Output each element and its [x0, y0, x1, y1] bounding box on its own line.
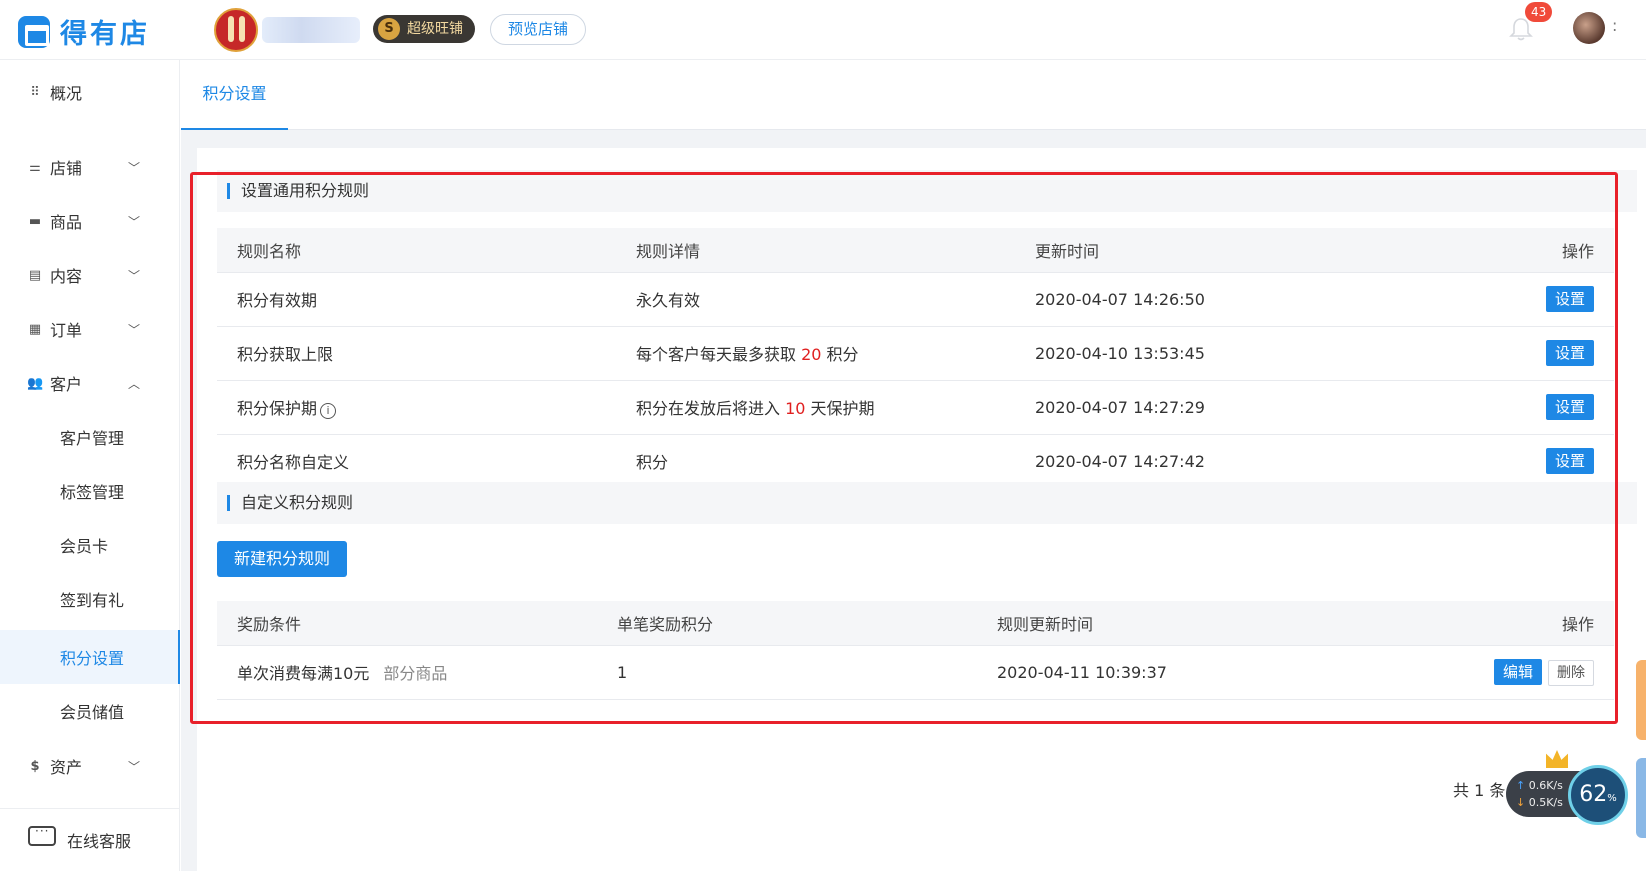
new-points-rule-button[interactable]: 新建积分规则 — [217, 541, 348, 577]
reward-points: 1 — [597, 645, 977, 700]
column-header: 规则详情 — [616, 228, 1015, 273]
table-row: 积分保护期 i 积分在发放后将进入 10 天保护期 2020-04-07 14:2… — [217, 380, 1614, 435]
column-header: 奖励条件 — [217, 601, 597, 646]
points-rules-card: 设置通用积分规则 规则名称 规则详情 更新时间 操作 积分有效期 永久有效 20… — [197, 148, 1646, 871]
sidebar-subitem-checkin-gift[interactable]: 签到有礼 — [0, 572, 180, 626]
notification-badge: 43 — [1525, 2, 1553, 22]
tab-bar: 积分设置 — [181, 60, 1646, 130]
shop-logo-icon — [18, 15, 50, 48]
sidebar-subitem-customer-management[interactable]: 客户管理 — [0, 410, 180, 464]
sidebar-item-goods[interactable]: ▬ 商品 ﹀ — [0, 194, 180, 248]
bag-icon: ▬ — [28, 213, 42, 229]
sidebar-subitem-member-card[interactable]: 会员卡 — [0, 518, 180, 572]
delete-button[interactable]: 删除 — [1548, 659, 1594, 686]
sidebar-item-orders[interactable]: ▦ 订单 ﹀ — [0, 302, 180, 356]
rule-time: 2020-04-07 14:27:42 — [1015, 434, 1414, 489]
sidebar: ⠿ 概况 ⚌ 店铺 ﹀ ▬ 商品 ﹀ ▤ 内容 ﹀ ▦ 订单 ﹀ 👥 客户 ︿ … — [0, 60, 180, 871]
shop-name-blurred — [262, 17, 360, 43]
sidebar-subitem-points-settings[interactable]: 积分设置 — [0, 630, 180, 684]
table-row: 积分有效期 永久有效 2020-04-07 14:26:50 设置 — [217, 272, 1614, 327]
column-header: 操作 — [1414, 228, 1614, 273]
chevron-down-icon: ﹀ — [128, 268, 141, 283]
table-row: 积分名称自定义 积分 2020-04-07 14:27:42 设置 — [217, 434, 1614, 489]
user-avatar[interactable] — [1573, 12, 1605, 44]
column-header: 规则更新时间 — [977, 601, 1397, 646]
arrow-up-icon: ↑ — [1516, 779, 1526, 792]
sidebar-item-overview[interactable]: ⠿ 概况 — [0, 65, 180, 119]
side-float-tab[interactable] — [1636, 758, 1646, 838]
rule-detail: 每个客户每天最多获取 20 积分 — [616, 326, 1015, 381]
sidebar-subitem-member-deposit[interactable]: 会员储值 — [0, 684, 180, 738]
rule-time: 2020-04-07 14:26:50 — [1015, 272, 1414, 327]
chevron-down-icon: ﹀ — [128, 322, 141, 337]
memory-usage-ring[interactable]: 62% — [1568, 765, 1628, 825]
set-button[interactable]: 设置 — [1545, 394, 1594, 420]
chevron-down-icon: ﹀ — [128, 759, 141, 774]
custom-rules-section-header: 自定义积分规则 — [217, 482, 1637, 524]
column-header: 规则名称 — [217, 228, 616, 273]
reward-condition: 单次消费每满10元 部分商品 — [217, 645, 597, 700]
rule-name: 积分有效期 — [217, 272, 616, 327]
rule-detail: 积分在发放后将进入 10 天保护期 — [616, 380, 1015, 435]
set-button[interactable]: 设置 — [1545, 448, 1594, 474]
main-content: 积分设置 设置通用积分规则 规则名称 规则详情 更新时间 操作 积分有效期 永久… — [181, 60, 1646, 871]
scope-label: 部分商品 — [383, 664, 448, 683]
table-header-row: 奖励条件 单笔奖励积分 规则更新时间 操作 — [217, 601, 1614, 646]
rule-name: 积分名称自定义 — [217, 434, 616, 489]
sidebar-subitem-tag-management[interactable]: 标签管理 — [0, 464, 180, 518]
chevron-down-icon: ﹀ — [128, 214, 141, 229]
logo[interactable]: 得有店 — [18, 12, 150, 51]
s-coin-icon: S — [378, 18, 400, 40]
sliders-icon: ⚌ — [29, 159, 41, 175]
highlight-number: 20 — [801, 345, 822, 364]
table-row: 单次消费每满10元 部分商品 1 2020-04-11 10:39:37 编辑 删除 — [217, 645, 1614, 700]
highlight-number: 10 — [785, 399, 806, 418]
users-icon: 👥 — [27, 375, 44, 391]
online-service-button[interactable]: 在线客服 — [0, 808, 180, 871]
rule-name: 积分获取上限 — [217, 326, 616, 381]
side-float-tab[interactable] — [1636, 660, 1646, 740]
sidebar-item-shop[interactable]: ⚌ 店铺 ﹀ — [0, 140, 180, 194]
sidebar-item-content[interactable]: ▤ 内容 ﹀ — [0, 248, 180, 302]
rule-detail: 永久有效 — [616, 272, 1015, 327]
column-header: 单笔奖励积分 — [597, 601, 977, 646]
edit-button[interactable]: 编辑 — [1493, 658, 1542, 685]
list-icon: ▦ — [28, 321, 42, 337]
set-button[interactable]: 设置 — [1545, 340, 1594, 366]
custom-rules-table: 奖励条件 单笔奖励积分 规则更新时间 操作 单次消费每满10元 部分商品 1 20… — [217, 601, 1614, 700]
column-header: 操作 — [1397, 601, 1614, 646]
arrow-down-icon: ↓ — [1516, 796, 1526, 809]
user-menu-icon[interactable]: : — [1612, 16, 1617, 35]
top-header: 得有店 S 超级旺铺 预览店铺 43 : — [0, 0, 1646, 60]
rule-time: 2020-04-10 13:53:45 — [1015, 326, 1414, 381]
sidebar-item-customers[interactable]: 👥 客户 ︿ — [0, 356, 180, 410]
set-button[interactable]: 设置 — [1545, 286, 1594, 312]
general-rules-table: 规则名称 规则详情 更新时间 操作 积分有效期 永久有效 2020-04-07 … — [217, 228, 1614, 489]
sidebar-item-assets[interactable]: $ 资产 ﹀ — [0, 739, 180, 793]
shop-avatar[interactable] — [214, 8, 258, 52]
super-shop-badge[interactable]: S 超级旺铺 — [373, 15, 475, 43]
dollar-icon: $ — [30, 758, 40, 774]
chevron-down-icon: ﹀ — [128, 160, 141, 175]
rule-time: 2020-04-07 14:27:29 — [1015, 380, 1414, 435]
super-shop-label: 超级旺铺 — [407, 21, 463, 37]
grid-icon: ⠿ — [30, 84, 40, 100]
rule-name: 积分保护期 i — [217, 380, 616, 435]
table-header-row: 规则名称 规则详情 更新时间 操作 — [217, 228, 1614, 273]
chevron-up-icon: ︿ — [128, 376, 141, 391]
chat-icon — [28, 824, 56, 846]
preview-shop-button[interactable]: 预览店铺 — [490, 14, 587, 45]
rule-detail: 积分 — [616, 434, 1015, 489]
table-row: 积分获取上限 每个客户每天最多获取 20 积分 2020-04-10 13:53… — [217, 326, 1614, 381]
column-header: 更新时间 — [1015, 228, 1414, 273]
document-icon: ▤ — [28, 267, 42, 283]
tab-points-settings[interactable]: 积分设置 — [181, 60, 288, 130]
info-icon[interactable]: i — [320, 403, 337, 419]
pagination-total: 共 1 条 — [1453, 781, 1506, 800]
logo-text: 得有店 — [60, 19, 150, 50]
general-rules-section-header: 设置通用积分规则 — [217, 170, 1637, 212]
rule-update-time: 2020-04-11 10:39:37 — [977, 645, 1397, 700]
